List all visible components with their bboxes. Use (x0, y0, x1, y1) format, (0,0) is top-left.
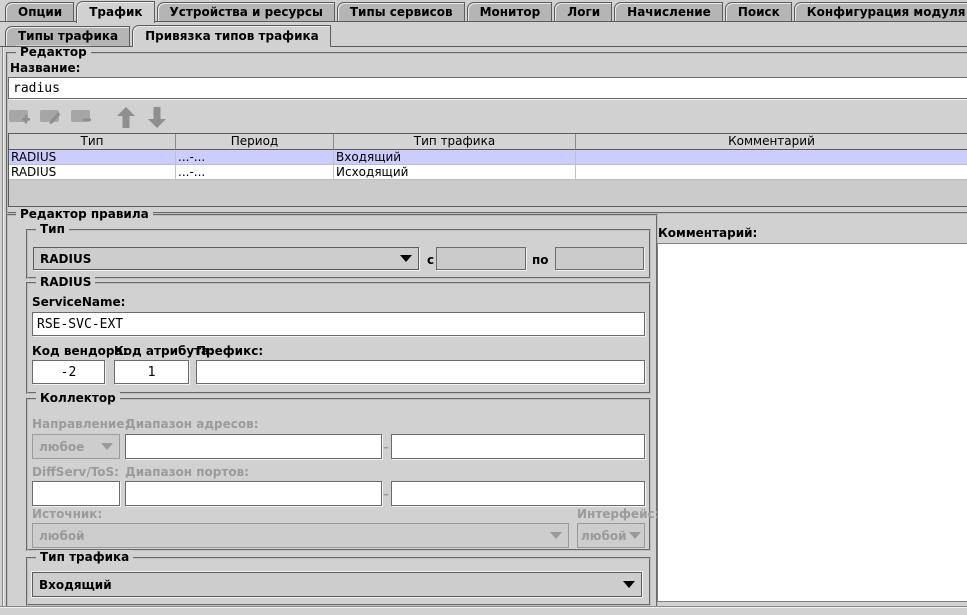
comment-label: Комментарий: (658, 226, 757, 240)
port-from-input[interactable] (125, 481, 382, 506)
comment-textarea[interactable] (657, 243, 967, 602)
cell-traffic-type[interactable]: Исходящий (334, 165, 576, 180)
port-range-dash: – (383, 487, 389, 501)
chevron-down-icon (623, 581, 635, 588)
app-window: Опции Трафик Устройства и ресурсы Типы с… (0, 0, 967, 615)
diffserv-input[interactable] (32, 481, 120, 506)
address-to-input[interactable] (391, 434, 645, 459)
tab-monitor[interactable]: Монитор (467, 2, 553, 22)
move-up-icon[interactable] (114, 107, 138, 127)
type-combo[interactable]: RADIUS (33, 247, 419, 270)
tab-logs[interactable]: Логи (554, 2, 612, 22)
cell-period[interactable]: ...-... (176, 165, 334, 180)
main-tab-bar: Опции Трафик Устройства и ресурсы Типы с… (5, 1, 967, 22)
col-header-traffic-type[interactable]: Тип трафика (334, 134, 576, 150)
tab-traffic[interactable]: Трафик (76, 1, 154, 23)
col-header-comment[interactable]: Комментарий (576, 134, 967, 150)
type-combo-value: RADIUS (40, 252, 91, 266)
cell-traffic-type[interactable]: Входящий (334, 150, 576, 165)
servicename-input[interactable] (32, 312, 645, 336)
address-from-input[interactable] (125, 434, 382, 459)
direction-combo-value: любое (39, 440, 84, 454)
sub-tab-bar: Типы трафика Привязка типов трафика (5, 25, 331, 46)
tab-module-config[interactable]: Конфигурация модуля (794, 2, 967, 22)
interface-label: Интерфейс: (577, 507, 645, 521)
cell-type[interactable]: RADIUS (9, 165, 176, 180)
source-combo-value: любой (39, 529, 85, 543)
source-label: Источник: (32, 507, 102, 521)
tab-traffic-type-binding[interactable]: Привязка типов трафика (132, 25, 331, 47)
move-down-icon[interactable] (145, 107, 169, 127)
traffic-type-combo-value: Входящий (39, 578, 112, 592)
chevron-down-icon (550, 532, 562, 539)
address-range-dash: – (383, 440, 389, 454)
source-combo: любой (32, 523, 569, 548)
radius-group-title: RADIUS (36, 275, 95, 289)
name-input[interactable] (8, 77, 967, 99)
tab-devices-resources[interactable]: Устройства и ресурсы (157, 2, 335, 22)
cell-period[interactable]: ...-... (176, 150, 334, 165)
traffic-type-combo[interactable]: Входящий (32, 572, 642, 597)
table-row[interactable]: RADIUS ...-... Входящий (9, 150, 967, 165)
interface-combo: любой (577, 523, 645, 548)
table-row[interactable]: RADIUS ...-... Исходящий (9, 165, 967, 180)
tab-options[interactable]: Опции (5, 2, 74, 22)
port-to-input[interactable] (391, 481, 645, 506)
cell-type[interactable]: RADIUS (9, 150, 176, 165)
rule-toolbar (8, 107, 169, 127)
rule-editor-title: Редактор правила (16, 207, 153, 221)
cell-comment[interactable] (576, 165, 967, 180)
chevron-down-icon (400, 255, 412, 262)
interface-combo-value: любой (581, 529, 627, 543)
cell-comment[interactable] (576, 150, 967, 165)
chevron-down-icon (629, 532, 641, 539)
prefix-input[interactable] (196, 360, 645, 384)
panel-left-highlight (3, 46, 4, 607)
vendor-code-input[interactable] (32, 360, 105, 384)
editor-group-title: Редактор (16, 45, 91, 59)
tab-search[interactable]: Поиск (725, 2, 792, 22)
to-label: по (532, 253, 549, 267)
port-range-label: Диапазон портов: (125, 465, 249, 479)
from-input (436, 247, 526, 270)
col-header-period[interactable]: Период (176, 134, 334, 150)
edit-icon[interactable] (39, 107, 63, 127)
traffic-type-group-title: Тип трафика (36, 550, 133, 564)
servicename-label: ServiceName: (32, 295, 125, 309)
add-icon[interactable] (8, 107, 32, 127)
panel-bottom-highlight (0, 607, 967, 608)
tab-accrual[interactable]: Начисление (614, 2, 723, 22)
table-header-row: Тип Период Тип трафика Комментарий (9, 134, 967, 150)
attribute-code-input[interactable] (114, 360, 189, 384)
chevron-down-icon (101, 443, 113, 450)
delete-icon[interactable] (70, 107, 94, 127)
name-label: Название: (10, 61, 80, 75)
diffserv-label: DiffServ/ToS: (32, 465, 119, 479)
prefix-label: Префикс: (196, 344, 263, 358)
tab-traffic-types[interactable]: Типы трафика (5, 26, 130, 46)
from-label: с (427, 253, 434, 267)
to-input (555, 247, 644, 270)
direction-label: Направление: (32, 417, 129, 431)
tab-service-types[interactable]: Типы сервисов (337, 2, 465, 22)
col-header-type[interactable]: Тип (9, 134, 176, 150)
rules-table: Тип Период Тип трафика Комментарий RADIU… (8, 133, 967, 207)
direction-combo: любое (32, 434, 120, 459)
collector-group-title: Коллектор (36, 391, 120, 405)
address-range-label: Диапазон адресов: (125, 417, 259, 431)
type-group-title: Тип (36, 222, 69, 236)
